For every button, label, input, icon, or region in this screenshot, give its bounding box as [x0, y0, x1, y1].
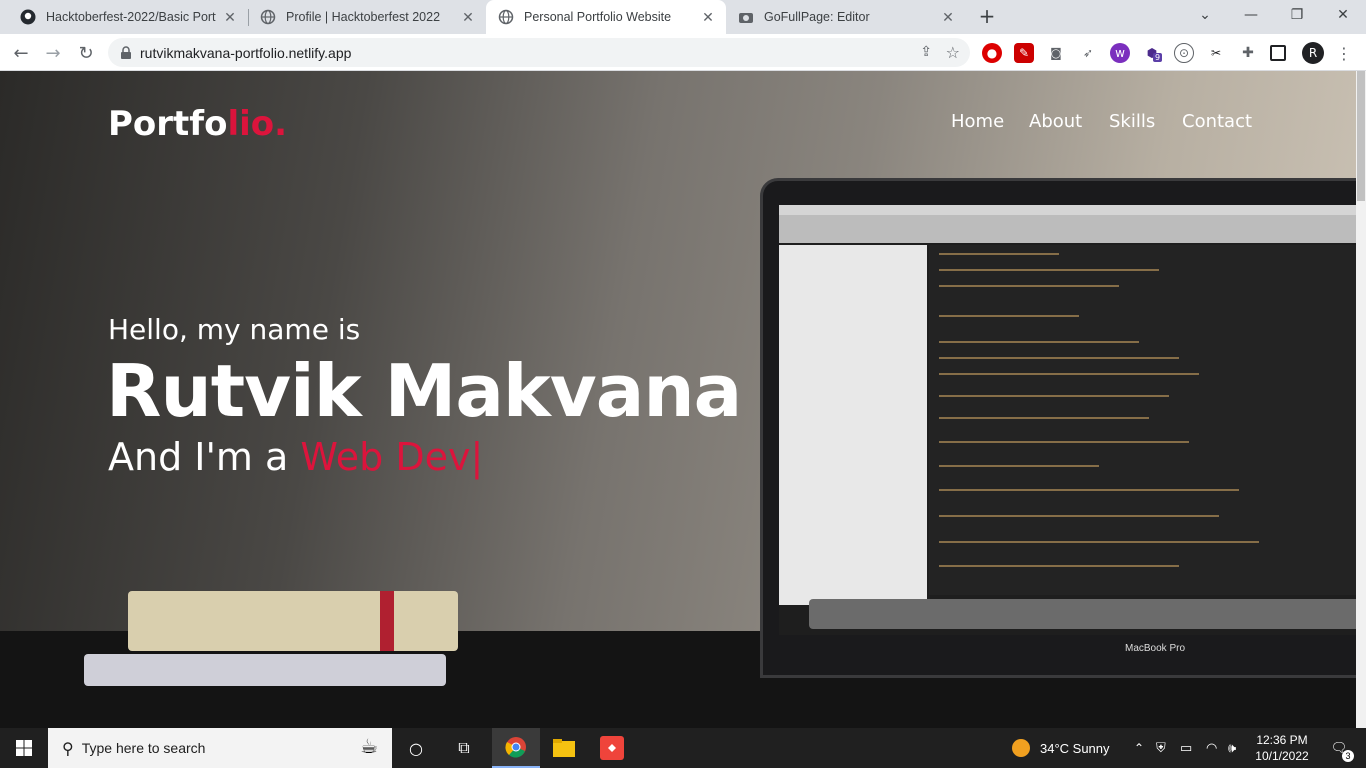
- chevron-down-icon[interactable]: ⌄: [1182, 0, 1228, 30]
- maximize-button[interactable]: ❐: [1274, 0, 1320, 30]
- tab-hacktoberfest-profile[interactable]: Profile | Hacktoberfest 2022 ✕: [248, 0, 486, 34]
- shield-icon[interactable]: ⛨: [1156, 728, 1166, 768]
- tab-gofullpage[interactable]: GoFullPage: Editor ✕: [726, 0, 966, 34]
- weather-widget[interactable]: 34°C Sunny: [1012, 728, 1110, 768]
- pen-extension-icon[interactable]: ✎: [1014, 43, 1034, 63]
- tab-portfolio[interactable]: Personal Portfolio Website ✕: [486, 0, 726, 34]
- windows-taskbar: ⚲ Type here to search ☕ ○ ⧉ 34°C Sunny ⌃…: [0, 728, 1366, 768]
- site-logo[interactable]: Portfolio.: [108, 104, 287, 144]
- tab-title: Hacktoberfest-2022/Basic Portfolio: [46, 10, 216, 24]
- sun-icon: [1012, 739, 1030, 757]
- tab-title: Profile | Hacktoberfest 2022: [286, 10, 441, 24]
- circle-extension-icon[interactable]: ⊙: [1174, 43, 1194, 63]
- hero-greeting: Hello, my name is: [108, 313, 361, 346]
- ublock-extension-icon[interactable]: ●: [982, 43, 1002, 63]
- tab-title: GoFullPage: Editor: [764, 10, 870, 24]
- tab-title: Personal Portfolio Website: [524, 10, 672, 24]
- taskbar-search[interactable]: ⚲ Type here to search ☕: [48, 728, 392, 768]
- url-text: rutvikmakvana-portfolio.netlify.app: [140, 44, 352, 61]
- w-extension-icon[interactable]: w: [1110, 43, 1130, 63]
- nav-contact[interactable]: Contact: [1182, 111, 1252, 132]
- puzzle-icon[interactable]: ✚: [1238, 43, 1258, 63]
- portfolio-hero: MacBook Pro Portfolio. Home About Skills…: [0, 71, 1356, 728]
- windows-start-icon[interactable]: [0, 728, 48, 768]
- window-close-button[interactable]: ✕: [1320, 0, 1366, 30]
- search-placeholder: Type here to search: [81, 740, 206, 756]
- globe-icon: [498, 9, 514, 25]
- chevron-up-icon[interactable]: ⌃: [1134, 728, 1144, 768]
- address-bar[interactable]: rutvikmakvana-portfolio.netlify.app ⇪ ☆: [108, 38, 970, 67]
- tab-github[interactable]: Hacktoberfest-2022/Basic Portfolio ✕: [8, 0, 248, 34]
- menu-kebab-icon[interactable]: ⋮: [1334, 43, 1354, 63]
- browser-toolbar: ← → ↻ rutvikmakvana-portfolio.netlify.ap…: [0, 34, 1366, 71]
- weather-text: 34°C Sunny: [1040, 740, 1110, 756]
- sidebar-icon[interactable]: [1270, 45, 1286, 61]
- extension-badge: 9: [1153, 53, 1163, 62]
- editor-code-pane: [929, 245, 1356, 595]
- cortana-icon[interactable]: ○: [396, 728, 436, 768]
- notification-count: 3: [1342, 750, 1354, 762]
- lock-icon[interactable]: [120, 45, 132, 60]
- book-image: [128, 591, 458, 651]
- back-button[interactable]: ←: [8, 40, 34, 66]
- task-view-icon[interactable]: ⧉: [444, 728, 484, 768]
- nav-skills[interactable]: Skills: [1109, 111, 1155, 132]
- hero-role: And I'm a Web Dev|: [108, 435, 484, 479]
- wifi-icon[interactable]: ◠: [1206, 728, 1217, 768]
- minimize-button[interactable]: —: [1228, 0, 1274, 30]
- laptop-screen: [779, 205, 1356, 635]
- clock[interactable]: 12:36 PM 10/1/2022: [1250, 728, 1314, 768]
- file-explorer-icon[interactable]: [544, 728, 584, 768]
- battery-icon[interactable]: ▭: [1180, 728, 1192, 768]
- search-highlight-icon: ☕: [360, 734, 378, 758]
- profile-avatar[interactable]: R: [1302, 42, 1324, 64]
- close-icon[interactable]: ✕: [222, 9, 238, 25]
- close-icon[interactable]: ✕: [940, 9, 956, 25]
- browser-tab-strip: Hacktoberfest-2022/Basic Portfolio ✕ Pro…: [0, 0, 1366, 34]
- camera-extension-icon[interactable]: ◙: [1046, 43, 1066, 63]
- anydesk-icon[interactable]: [592, 728, 632, 768]
- chrome-taskbar-icon[interactable]: [492, 728, 540, 768]
- clock-date: 10/1/2022: [1255, 749, 1309, 763]
- clock-time: 12:36 PM: [1256, 733, 1308, 747]
- bookmark-ribbon: [380, 591, 394, 651]
- globe-icon: [260, 9, 276, 25]
- hexagon-extension-icon[interactable]: ⬢ 9: [1142, 43, 1163, 63]
- dock-bar: [809, 599, 1356, 629]
- forward-button[interactable]: →: [40, 40, 66, 66]
- volume-icon[interactable]: 🕪: [1228, 728, 1236, 768]
- page-scrollbar[interactable]: [1356, 71, 1366, 728]
- bookmark-star-icon[interactable]: ☆: [946, 43, 960, 62]
- github-icon: [20, 9, 36, 25]
- search-icon: ⚲: [62, 738, 74, 758]
- laptop-label: MacBook Pro: [1125, 643, 1186, 654]
- nav-about[interactable]: About: [1029, 111, 1082, 132]
- notebook-image: [84, 654, 446, 686]
- camera-icon: [738, 9, 754, 25]
- rocket-extension-icon[interactable]: ➶: [1078, 43, 1098, 63]
- close-icon[interactable]: ✕: [460, 9, 476, 25]
- close-icon[interactable]: ✕: [700, 9, 716, 25]
- notification-icon[interactable]: 🗨 3: [1324, 728, 1354, 768]
- new-tab-button[interactable]: +: [976, 4, 998, 28]
- reload-button[interactable]: ↻: [73, 40, 99, 66]
- tools-extension-icon[interactable]: ✂: [1206, 43, 1226, 63]
- editor-file-tree: [779, 245, 927, 605]
- hero-name: Rutvik Makvana: [106, 349, 742, 433]
- nav-home[interactable]: Home: [951, 111, 1004, 132]
- typed-role: Web Dev|: [300, 435, 484, 479]
- laptop-image: MacBook Pro: [760, 178, 1356, 678]
- share-icon[interactable]: ⇪: [920, 44, 932, 60]
